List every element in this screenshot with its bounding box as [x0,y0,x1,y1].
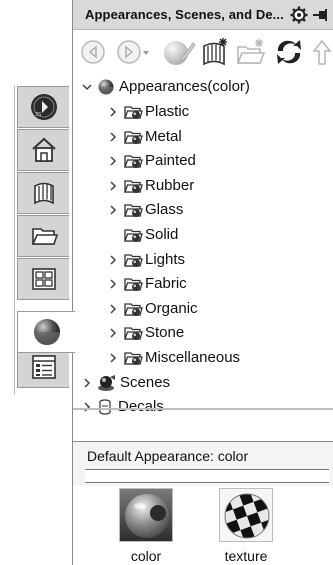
thumbnail-caption: texture [224,548,268,564]
options-gear-icon[interactable] [290,6,308,24]
add-library-icon [203,38,227,66]
appearance-ball-icon [98,79,114,95]
tree-item-label: Miscellaneous [145,349,241,366]
tree-item-metal[interactable]: Metal [107,125,182,149]
tree-item-stone[interactable]: Stone [107,321,184,345]
appearance-folder-icon [124,303,143,316]
tree-root-label: Appearances(color) [119,78,250,95]
tree-item-plastic[interactable]: Plastic [107,100,189,124]
chevron-down-icon[interactable] [81,81,93,93]
tree-root-appearances[interactable]: Appearances(color) [81,75,250,99]
tab-solidworks-resources[interactable]: 3S [17,86,69,128]
tree-item-organic[interactable]: Organic [107,297,198,321]
task-pane-tab-strip: 3S [0,0,75,565]
tree-item-label: Organic [145,299,198,317]
tab-appearances[interactable] [17,311,75,353]
thumbnail-color[interactable]: color [115,488,177,564]
appearances-task-pane: Appearances, Scenes, and De... Appearanc… [72,0,333,565]
open-folder-button[interactable] [235,37,267,67]
tab-file-explorer[interactable] [17,172,69,214]
tree-item-label: Fabric [145,275,187,293]
tab-view-palette[interactable] [17,258,69,300]
tree-item-label: Plastic [145,103,190,120]
tree-item-label: Lights [145,250,186,268]
thumbnail-texture[interactable]: texture [215,488,277,564]
back-icon [81,40,105,64]
chevron-right-icon[interactable] [107,180,119,192]
svg-text:3S: 3S [35,112,41,118]
appearance-folder-icon [124,229,143,242]
tree-item-label: Glass [145,201,184,219]
chevron-right-icon[interactable] [107,303,119,315]
file-explorer-icon [33,182,54,205]
thumbnail-caption: color [130,548,162,564]
color-swatch-image [119,488,173,542]
tree-item-scenes[interactable]: Scenes [81,371,170,395]
appearance-folder-icon [124,352,143,365]
back-button[interactable] [79,37,107,67]
tree-item-label: Stone [145,324,185,342]
up-button[interactable] [311,37,333,67]
chevron-right-icon[interactable] [107,106,119,118]
appearance-folder-icon [124,155,143,169]
default-appearance-label: Default Appearance: color [87,448,249,464]
tab-design-library[interactable] [17,129,69,171]
open-folder-icon [236,39,266,64]
appearance-folder-icon [124,278,143,292]
tree-item-label: Scenes [120,373,171,391]
appearances-icon [33,319,60,345]
chevron-right-icon[interactable] [107,327,119,339]
forward-button[interactable] [115,37,155,67]
chevron-right-icon[interactable] [107,352,119,364]
up-icon [312,39,332,65]
chevron-right-icon[interactable] [107,204,119,216]
chevron-right-icon[interactable] [107,155,119,167]
appearances-tree: Appearances(color) Plastic Metal Painted Ru… [73,74,333,415]
tab-folder[interactable] [17,215,69,257]
tree-item-rubber[interactable]: Rubber [107,174,194,198]
chevron-right-icon[interactable] [107,131,119,143]
pane-title-bar: Appearances, Scenes, and De... [73,0,333,30]
pin-icon[interactable] [312,8,328,22]
refresh-button[interactable] [273,37,305,67]
appearance-folder-icon [124,106,143,119]
splitter-bar[interactable] [73,408,333,410]
chevron-right-icon[interactable] [81,377,93,389]
appearance-thumbnails: color texture [73,486,333,565]
tree-item-label: Painted [145,152,196,170]
tree-item-label: Solid [145,226,179,243]
appearance-folder-icon [124,180,143,193]
add-library-button[interactable] [199,37,231,67]
tree-item-fabric[interactable]: Fabric [107,272,187,296]
forward-dropdown-icon [117,40,149,64]
appearance-folder-icon [124,327,143,341]
tree-item-lights[interactable]: Lights [107,248,185,272]
edit-appearance-button[interactable] [161,37,197,67]
edit-appearance-icon [164,41,196,65]
tree-item-painted[interactable]: Painted [107,149,196,173]
solidworks-resources-icon: 3S [30,94,57,120]
scenes-icon [98,374,115,391]
view-palette-icon [31,268,56,290]
chevron-right-icon[interactable] [107,254,119,266]
refresh-icon [277,40,301,64]
appearance-folder-icon [124,204,143,218]
tree-item-miscellaneous[interactable]: Miscellaneous [107,346,240,370]
chevron-right-icon[interactable] [107,278,119,290]
pane-title: Appearances, Scenes, and De... [85,7,284,22]
appearance-description-strip [85,469,329,483]
default-appearance-panel: Default Appearance: color [73,441,333,486]
tree-item-label: Rubber [145,176,195,194]
appearance-folder-icon [124,130,143,144]
folder-icon [31,228,58,245]
tree-item-glass[interactable]: Glass [107,198,183,222]
design-library-icon [31,137,56,162]
tree-item-label: Metal [145,127,182,145]
custom-properties-icon [31,355,56,379]
texture-swatch-image [219,488,273,542]
tree-item-solid[interactable]: Solid [123,223,178,247]
appearance-folder-icon [124,253,143,267]
appearances-toolbar [73,30,333,74]
